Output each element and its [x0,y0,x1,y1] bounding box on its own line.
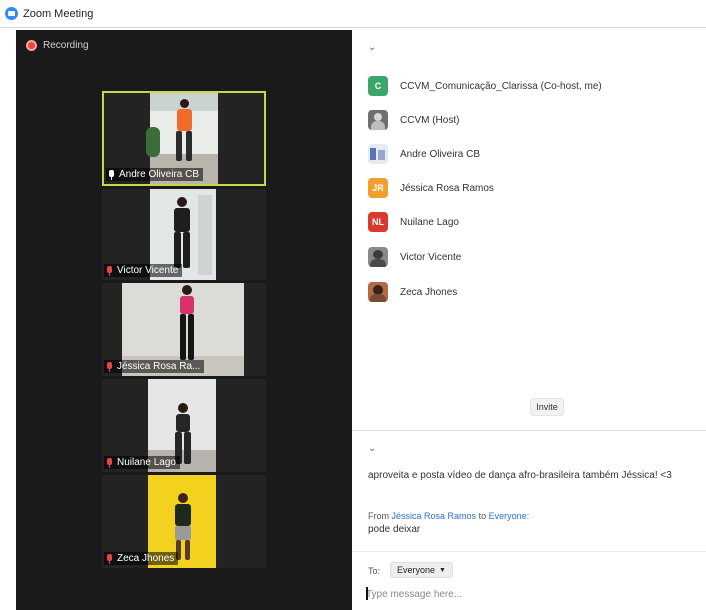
participant-name: CCVM_Comunicação_Clarissa (Co-host, me) [400,80,602,92]
recording-indicator[interactable]: Recording [26,40,89,51]
video-tile-nuilane[interactable]: Nuilane Lago [102,379,266,472]
window-title: Zoom Meeting [23,7,94,20]
invite-button[interactable]: Invite [530,398,564,416]
participant-figure [174,285,200,371]
participant-name-tag: Nuilane Lago [104,456,180,469]
participant-row[interactable]: NL Nuilane Lago [368,211,459,233]
microphone-muted-icon [106,361,113,372]
text-cursor [366,587,368,600]
video-tile-andre[interactable]: Andre Oliveira CB [102,91,266,186]
participants-panel: ⌄ C CCVM_Comunicação_Clarissa (Co-host, … [352,30,706,430]
zoom-logo-icon [5,7,18,20]
tile-name: Victor Vicente [117,265,179,276]
participant-row[interactable]: C CCVM_Comunicação_Clarissa (Co-host, me… [368,75,602,97]
video-gallery: Recording Andre Oliveira CB Victor Vicen… [16,30,352,610]
tile-name: Zeca Jhones [117,553,175,564]
to-word: to [478,511,487,521]
record-dot-icon [26,40,37,51]
divider [352,551,706,552]
participant-name: Jéssica Rosa Ramos [400,182,494,194]
participant-avatar [368,247,388,267]
participant-name: Victor Vicente [400,251,462,263]
from-prefix: From [368,511,389,521]
chat-panel: ⌄ aproveita e posta vídeo de dança afro-… [352,430,706,610]
recipient-value: Everyone [397,565,436,575]
recipient-label: To: [368,566,381,576]
tile-name: Jéssica Rosa Ra... [117,361,201,372]
chat-sender[interactable]: Jéssica Rosa Ramos [392,511,477,521]
participant-name-tag: Victor Vicente [104,264,183,277]
microphone-muted-icon [106,457,113,468]
participant-row[interactable]: CCVM (Host) [368,109,459,131]
chat-message: aproveita e posta vídeo de dança afro-br… [368,470,672,481]
chat-message-header: From Jéssica Rosa Ramos to Everyone: [368,511,529,521]
participant-name-tag: Jéssica Rosa Ra... [104,360,205,373]
title-bar: Zoom Meeting [0,0,706,28]
participant-name-tag: Andre Oliveira CB [106,168,204,181]
participant-row[interactable]: Andre Oliveira CB [368,143,480,165]
tile-name: Nuilane Lago [117,457,176,468]
microphone-muted-icon [106,553,113,564]
participant-figure [172,99,196,169]
participant-avatar: NL [368,212,388,232]
chevron-down-icon[interactable]: ⌄ [368,443,376,454]
participant-name: CCVM (Host) [400,114,460,126]
microphone-muted-icon [106,265,113,276]
participant-name: Andre Oliveira CB [400,148,481,160]
chat-message-input[interactable] [366,585,696,603]
recording-label: Recording [43,40,89,51]
recipient-dropdown[interactable]: Everyone ▼ [390,562,453,578]
chat-message: pode deixar [368,524,421,535]
chevron-down-icon[interactable]: ⌄ [368,42,376,53]
video-tile-victor[interactable]: Victor Vicente [102,189,266,280]
participant-avatar [368,144,388,164]
participant-row[interactable]: JR Jéssica Rosa Ramos [368,177,494,199]
participant-name: Zeca Jhones [400,286,458,298]
caret-down-icon: ▼ [439,566,446,574]
video-tile-zeca[interactable]: Zeca Jhones [102,475,266,568]
participant-avatar [368,110,388,130]
microphone-icon [108,169,115,180]
participant-avatar [368,282,388,302]
video-tile-jessica[interactable]: Jéssica Rosa Ra... [102,283,266,376]
participant-avatar: C [368,76,388,96]
zoom-meeting-window: Zoom Meeting Recording Andre Oliveira CB… [0,0,706,610]
chat-target: Everyone: [488,511,530,521]
participant-row[interactable]: Victor Vicente [368,246,461,268]
participant-name: Nuilane Lago [400,216,459,228]
participant-name-tag: Zeca Jhones [104,552,179,565]
participant-row[interactable]: Zeca Jhones [368,281,457,303]
participant-avatar: JR [368,178,388,198]
tile-name: Andre Oliveira CB [119,169,200,180]
